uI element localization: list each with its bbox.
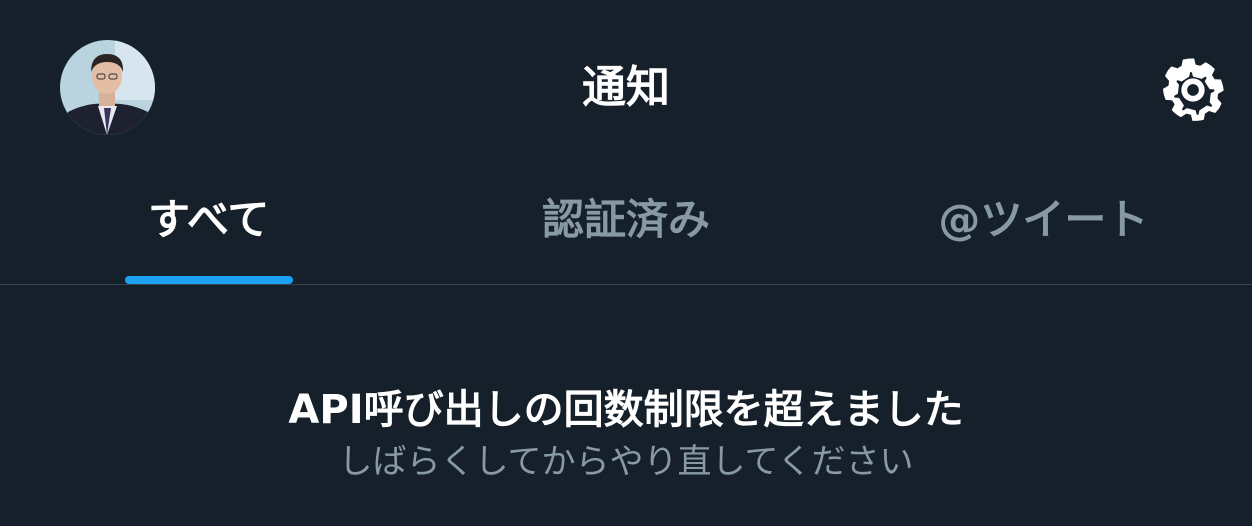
top-bar: 通知 bbox=[0, 0, 1252, 168]
tab-mentions[interactable]: @ツイート bbox=[835, 168, 1252, 284]
rate-limit-message: API呼び出しの回数制限を超えました しばらくしてからやり直してください bbox=[0, 380, 1252, 484]
notifications-screen: 通知 すべて 認証済み @ツイート API呼び出しの回数制限を超えました しばら… bbox=[0, 0, 1252, 526]
tab-verified-label: 認証済み bbox=[541, 195, 710, 244]
tab-all[interactable]: すべて bbox=[0, 168, 417, 284]
error-title: API呼び出しの回数制限を超えました bbox=[288, 387, 964, 433]
tab-all-label: すべて bbox=[147, 195, 270, 244]
page-title: 通知 bbox=[582, 62, 670, 113]
tab-mentions-label: @ツイート bbox=[938, 195, 1149, 244]
notification-tabs: すべて 認証済み @ツイート bbox=[0, 168, 1252, 285]
tab-verified[interactable]: 認証済み bbox=[417, 168, 834, 284]
gear-icon bbox=[1162, 58, 1224, 121]
active-tab-indicator bbox=[124, 276, 293, 284]
error-subtitle: しばらくしてからやり直してください bbox=[338, 442, 914, 482]
settings-button[interactable] bbox=[1158, 55, 1228, 125]
